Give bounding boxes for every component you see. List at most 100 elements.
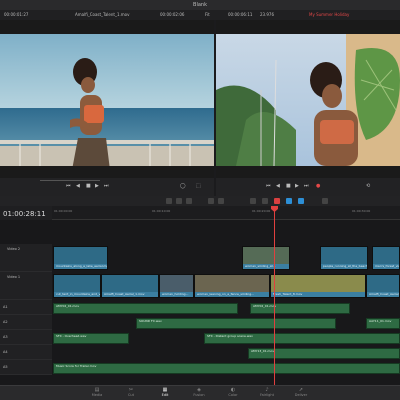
nav-label: Color	[228, 393, 238, 397]
ruler-tick: 01:00:00:00	[54, 209, 73, 213]
prev-frame-icon[interactable]: ⏮	[66, 184, 71, 189]
audio-clip[interactable]: AAY11_01.mov	[366, 318, 400, 329]
track-header-a3[interactable]: A3	[0, 330, 52, 345]
clip-label: woman_leaning_on_a_fence_smiling...	[195, 292, 269, 297]
mark-in-icon[interactable]: ◯	[180, 184, 186, 189]
source-scrubber[interactable]	[40, 180, 100, 181]
track-header-video2[interactable]: Video 2	[0, 244, 52, 272]
timeline-viewer[interactable]	[216, 20, 400, 178]
track-header-a5[interactable]: A5	[0, 360, 52, 375]
nav-cut[interactable]: ✂ Cut	[116, 387, 146, 398]
video-clip[interactable]: woman_leaning_on_a_fence_smiling...	[194, 274, 270, 298]
zoom-fit-select[interactable]: Fit	[205, 10, 210, 20]
nav-label: Deliver	[294, 393, 308, 397]
edit-toolbar	[0, 196, 400, 206]
video-clip[interactable]: man's_forest_view...	[372, 246, 400, 270]
clip-label: AAY11_01.mov	[369, 319, 392, 323]
clip-label: Music Score for Trailer.mov	[56, 364, 97, 368]
video-clip[interactable]: people_running_at_the_beach...	[320, 246, 368, 270]
track-header-video1[interactable]: Video 1	[0, 272, 52, 300]
marker-icon[interactable]	[286, 198, 292, 204]
timeline-playhead-timecode: 01:00:28:11	[3, 210, 46, 218]
clip-label: Amalfi_Coast_Aerial_2.mov	[367, 292, 399, 297]
clip-label: AMY02_01.mov	[253, 304, 277, 308]
stop-icon[interactable]: ■	[86, 184, 91, 189]
source-viewer[interactable]	[0, 20, 214, 178]
timeline-timecode: 00:00:06:11	[228, 12, 253, 17]
audio-clip[interactable]: SFX - Distant group scene.wav	[204, 333, 400, 344]
nav-media[interactable]: ▤ Media	[82, 387, 112, 398]
audio-clip[interactable]: SFX - Overhead.wav	[53, 333, 129, 344]
track-name: A2	[3, 320, 8, 324]
clip-label: cut_tent_in_mountains_and_v...	[54, 292, 100, 297]
track-header-a2[interactable]: A2	[0, 315, 52, 330]
selection-tool-icon[interactable]	[166, 198, 172, 204]
stop-icon[interactable]: ■	[286, 184, 291, 189]
nav-label: Media	[91, 393, 103, 397]
ruler-tick: 01:00:20:00	[252, 209, 271, 213]
audio-clip[interactable]: AMY02_01.mov	[250, 303, 350, 314]
timeline-frame-image	[216, 34, 400, 178]
video-clip[interactable]: woman_holding...	[159, 274, 194, 298]
reverse-play-icon[interactable]: ◀	[76, 184, 80, 189]
source-clip-name[interactable]: Amalfi_Coast_Talent_1.mov	[75, 10, 130, 20]
timeline-transport-bar: ⏮ ◀ ■ ▶ ⏭ ● ⟲	[216, 178, 400, 196]
clip-label: Amalfi_Coast_Aerial_1.mov	[102, 292, 158, 297]
clip-label: AMY13_01.mov	[251, 349, 275, 353]
playhead-line[interactable]	[274, 206, 275, 385]
clip-label: people_running_at_the_beach...	[321, 264, 367, 269]
track-header-a4[interactable]: A4	[0, 345, 52, 360]
overwrite-clip-icon[interactable]	[218, 198, 224, 204]
track-name: A3	[3, 335, 8, 339]
nav-edit[interactable]: ▦ Edit	[150, 387, 180, 398]
marker-color-icon[interactable]	[298, 198, 304, 204]
timeline-name[interactable]: My Summer Holiday	[309, 10, 349, 20]
timeline-ruler[interactable]: 01:00:00:00 01:00:10:00 01:00:20:00 01:0…	[52, 206, 400, 220]
clip-label: woman_smiling_at...	[243, 264, 289, 269]
insert-clip-icon[interactable]	[208, 198, 214, 204]
linked-selection-icon[interactable]	[262, 198, 268, 204]
nav-label: Fairlight	[259, 393, 274, 397]
nav-deliver[interactable]: ➚ Deliver	[286, 387, 316, 398]
video-clip[interactable]: mountains_along_a_lake_aerial.mp	[53, 246, 108, 270]
source-duration: 00:00:02:06	[160, 12, 185, 17]
audio-clip[interactable]: Music Score for Trailer.mov	[53, 363, 400, 374]
clip-label: AMY02_01.mov	[56, 304, 80, 308]
video-clip[interactable]: Fresh_Talent_8.mov	[270, 274, 366, 298]
clip-label: mountains_along_a_lake_aerial.mp	[54, 264, 107, 269]
track-name: Video 1	[7, 275, 21, 279]
track-name: A4	[3, 350, 8, 354]
nav-color[interactable]: ◐ Color	[218, 387, 248, 398]
track-name: A1	[3, 305, 8, 309]
viewer-info-bar: 00:00:01:27 Amalfi_Coast_Talent_1.mov 00…	[0, 10, 400, 20]
video-clip[interactable]: Amalfi_Coast_Aerial_1.mov	[101, 274, 159, 298]
nav-fusion[interactable]: ◈ Fusion	[184, 387, 214, 398]
next-frame-icon[interactable]: ⏭	[304, 184, 309, 189]
video-clip[interactable]: woman_smiling_at...	[242, 246, 290, 270]
ruler-tick: 01:00:10:00	[152, 209, 171, 213]
prev-frame-icon[interactable]: ⏮	[266, 184, 271, 189]
next-frame-icon[interactable]: ⏭	[104, 184, 109, 189]
nav-fairlight[interactable]: ♪ Fairlight	[252, 387, 282, 398]
track-header-a1[interactable]: A1	[0, 300, 52, 315]
mark-out-icon[interactable]: ⬚	[196, 184, 201, 189]
loop-icon[interactable]: ⟲	[366, 184, 370, 189]
video-clip[interactable]: cut_tent_in_mountains_and_v...	[53, 274, 101, 298]
window-title: Blank	[0, 0, 400, 10]
video-clip[interactable]: Amalfi_Coast_Aerial_2.mov	[366, 274, 400, 298]
zoom-icon[interactable]	[322, 198, 328, 204]
audio-clip[interactable]: AMY02_01.mov	[53, 303, 238, 314]
audio-clip[interactable]: SOUND FX.wav	[136, 318, 336, 329]
record-icon[interactable]: ●	[316, 184, 320, 189]
track-name: A5	[3, 365, 8, 369]
blade-tool-icon[interactable]	[186, 198, 192, 204]
trim-tool-icon[interactable]	[176, 198, 182, 204]
reverse-play-icon[interactable]: ◀	[276, 184, 280, 189]
snapping-icon[interactable]	[250, 198, 256, 204]
play-icon[interactable]: ▶	[295, 184, 299, 189]
source-frame-image	[0, 34, 214, 178]
play-icon[interactable]: ▶	[95, 184, 99, 189]
audio-clip[interactable]: AMY13_01.mov	[248, 348, 400, 359]
clip-label: SFX - Distant group scene.wav	[207, 334, 253, 338]
flag-icon[interactable]	[274, 198, 280, 204]
